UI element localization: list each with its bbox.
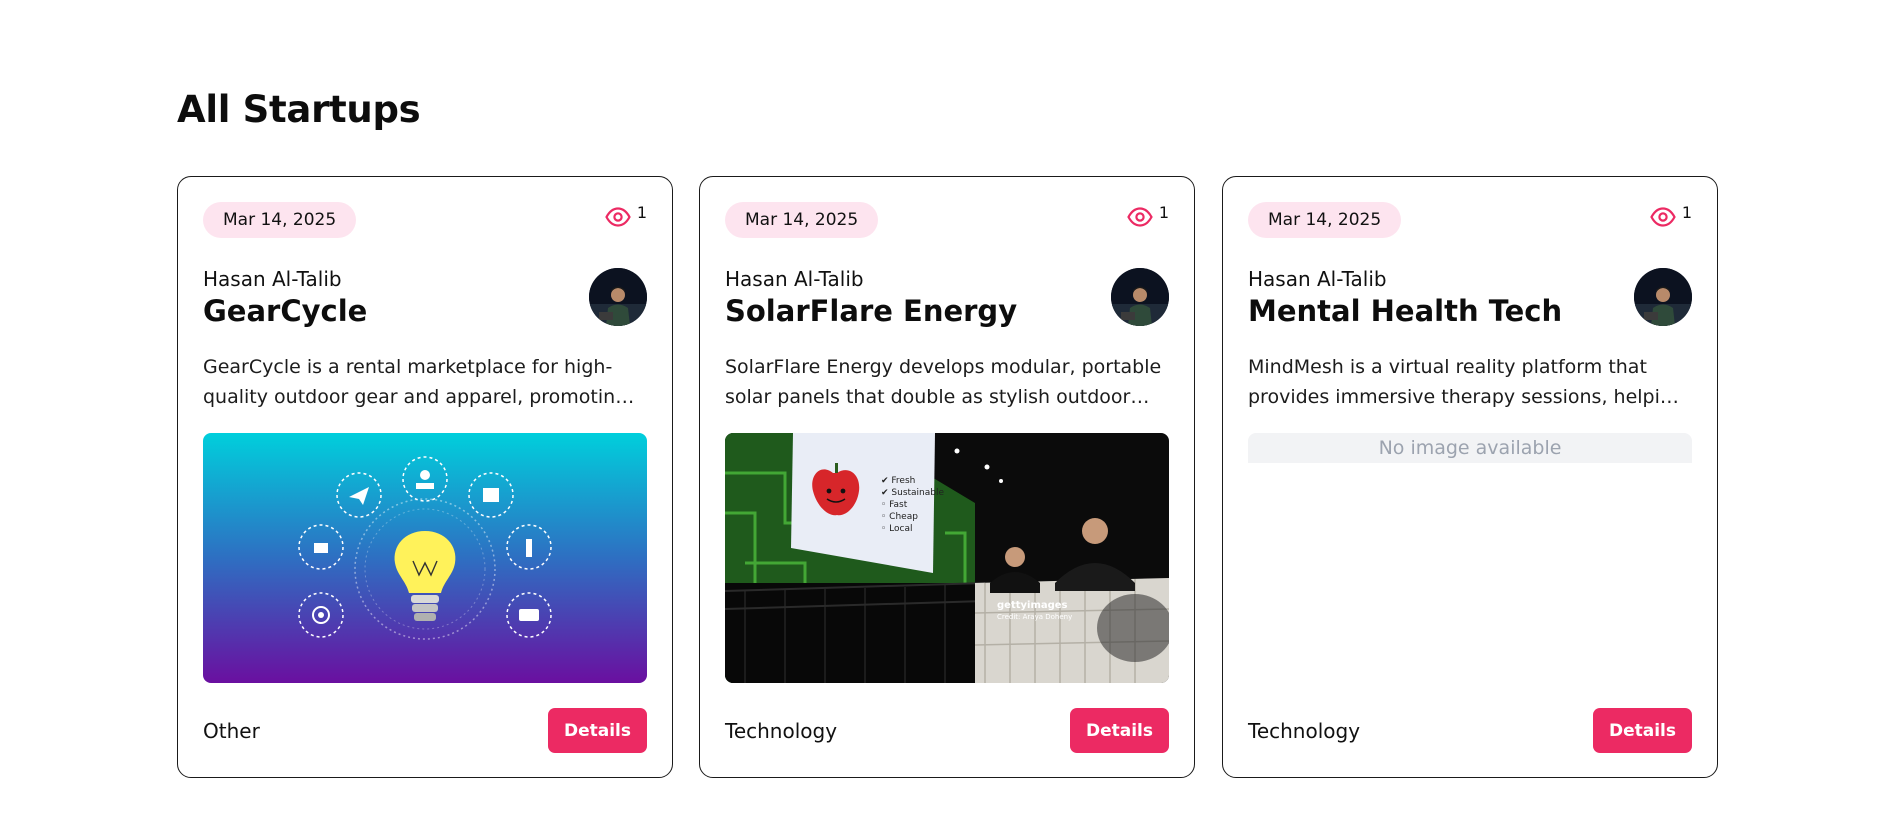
views-counter: 1 [1127, 203, 1169, 227]
eye-icon [1127, 207, 1153, 227]
startup-card: Mar 14, 2025 1 Hasan Al-Talib GearCycle … [177, 176, 673, 778]
category-label[interactable]: Other [203, 719, 260, 743]
section-title: All Startups [177, 88, 421, 131]
view-count: 1 [636, 203, 647, 222]
views-counter: 1 [605, 203, 647, 227]
startup-description: MindMesh is a virtual reality platform t… [1248, 356, 1684, 408]
startup-title[interactable]: GearCycle [203, 294, 367, 328]
no-image-placeholder: No image available [1248, 433, 1692, 463]
date-badge: Mar 14, 2025 [725, 202, 879, 238]
startup-card: Mar 14, 2025 1 Hasan Al-Talib Mental Hea… [1222, 176, 1718, 778]
details-button[interactable]: Details [1070, 708, 1169, 753]
avatar[interactable] [1111, 268, 1169, 326]
details-button[interactable]: Details [1593, 708, 1692, 753]
svg-text:◦ Fast: ◦ Fast [881, 500, 908, 510]
startups-page: All Startups Mar 14, 2025 1 Hasan Al-Tal… [0, 0, 1892, 817]
date-badge: Mar 14, 2025 [203, 202, 357, 238]
startup-title[interactable]: Mental Health Tech [1248, 294, 1562, 328]
avatar[interactable] [589, 268, 647, 326]
startup-card: Mar 14, 2025 1 Hasan Al-Talib SolarFlare… [699, 176, 1195, 778]
avatar[interactable] [1634, 268, 1692, 326]
startup-description: GearCycle is a rental marketplace for hi… [203, 356, 628, 408]
eye-icon [605, 207, 631, 227]
view-count: 1 [1158, 203, 1169, 222]
svg-text:◦ Local: ◦ Local [881, 524, 913, 534]
view-count: 1 [1681, 203, 1692, 222]
startup-title[interactable]: SolarFlare Energy [725, 294, 1017, 328]
svg-text:✔ Fresh: ✔ Fresh [881, 476, 915, 486]
image-watermark: gettyimages [997, 600, 1068, 611]
svg-text:◦ Cheap: ◦ Cheap [881, 512, 918, 522]
details-button[interactable]: Details [548, 708, 647, 753]
date-badge: Mar 14, 2025 [1248, 202, 1402, 238]
views-counter: 1 [1650, 203, 1692, 227]
author-name[interactable]: Hasan Al-Talib [725, 267, 864, 291]
image-credit: Credit: Araya Doheny [997, 613, 1072, 621]
category-label[interactable]: Technology [725, 719, 837, 743]
svg-text:✔ Sustainable: ✔ Sustainable [881, 488, 944, 498]
eye-icon [1650, 207, 1676, 227]
author-name[interactable]: Hasan Al-Talib [1248, 267, 1387, 291]
startup-image[interactable]: ✔ Fresh ✔ Sustainable ◦ Fast ◦ Cheap ◦ L… [725, 433, 1169, 683]
startup-image[interactable] [203, 433, 647, 683]
author-name[interactable]: Hasan Al-Talib [203, 267, 342, 291]
startup-description: SolarFlare Energy develops modular, port… [725, 356, 1162, 408]
category-label[interactable]: Technology [1248, 719, 1360, 743]
